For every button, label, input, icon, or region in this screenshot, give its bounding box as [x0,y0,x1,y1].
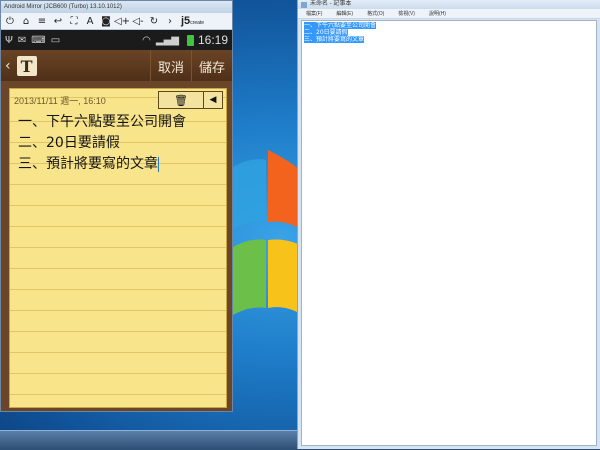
usb-icon: Ψ [5,34,13,46]
wifi-icon: ◠ [142,34,151,46]
memo-line: 一、下午六點要至公司開會 [18,114,186,130]
text-icon[interactable]: A [83,14,97,28]
fullscreen-icon[interactable]: ⛶ [67,14,81,28]
memo-paper[interactable]: 2013/11/11 週一, 16:10 🗑 ◀ 一、下午六點要至公司開會 二、… [9,88,227,408]
windows-logo [228,150,308,320]
volume-up-icon[interactable]: ◁+ [114,14,130,28]
cancel-button[interactable]: 取消 [149,50,191,82]
menu-help[interactable]: 說明(H) [429,10,446,17]
menu-view[interactable]: 檢視(V) [398,10,415,17]
camera-icon[interactable]: ◙ [99,14,113,28]
menu-edit[interactable]: 編輯(E) [336,10,353,17]
triangle-left-icon: ◀ [209,95,217,105]
android-mirror-window: Android Mirror (JCB600 (Turbo) 13.10.101… [0,0,233,412]
notepad-line: 一、下午六點要至公司開會 [304,22,377,29]
notepad-window: 未命名 - 記事本 檔案(F) 編輯(E) 格式(O) 檢視(V) 說明(H) … [297,0,600,449]
memo-date: 2013/11/11 週一, 16:10 [14,96,106,106]
android-window-title: Android Mirror (JCB600 (Turbo) 13.10.101… [1,1,232,13]
text-cursor [158,156,159,172]
notepad-line: 三、預計將要寫的文章 [304,36,365,43]
screen-icon: ▭ [50,34,61,46]
battery-icon [186,34,194,46]
back-icon[interactable]: ↩ [51,14,65,28]
collapse-button[interactable]: ◀ [204,92,222,108]
status-clock: 16:19 [197,33,228,47]
memo-line: 三、預計將要寫的文章 [18,156,159,172]
memo-line: 二、20日要請假 [18,135,120,151]
memo-background: 2013/11/11 週一, 16:10 🗑 ◀ 一、下午六點要至公司開會 二、… [1,81,232,411]
save-button[interactable]: 儲存 [190,50,232,82]
menu-icon[interactable]: ≡ [35,14,49,28]
memo-header: ‹ T 取消 儲存 [1,50,232,83]
delete-button[interactable]: 🗑 [159,92,204,108]
notepad-text-area[interactable]: 一、下午六點要至公司開會 二、20日要請假 三、預計將要寫的文章 [301,20,597,446]
notepad-menubar: 檔案(F) 編輯(E) 格式(O) 檢視(V) 說明(H) [298,9,600,19]
text-format-icon[interactable]: T [16,56,37,76]
forward-icon[interactable]: › [163,14,177,28]
notepad-app-icon [301,2,307,8]
rotate-icon[interactable]: ↻ [147,14,161,28]
notepad-line: 二、20日要請假 [304,29,348,36]
notepad-title: 未命名 - 記事本 [310,1,352,7]
power-icon[interactable]: ⏻ [3,14,17,28]
j5-brand-logo: j5create [181,15,205,27]
home-icon[interactable]: ⌂ [19,14,33,28]
phone-status-bar: Ψ ✉ ⌨ ▭ ◠ ▂▄▆ 16:19 [1,30,232,50]
trash-icon: 🗑 [174,93,188,107]
back-arrow-icon[interactable]: ‹ [5,58,11,74]
mirror-toolbar: ⏻ ⌂ ≡ ↩ ⛶ A ◙ ◁+ ◁- ↻ › j5create [1,13,232,30]
volume-down-icon[interactable]: ◁- [131,14,145,28]
keyboard-icon: ⌨ [31,34,46,46]
menu-file[interactable]: 檔案(F) [306,10,322,17]
memo-tools: 🗑 ◀ [158,91,223,109]
signal-icon: ▂▄▆ [155,34,179,46]
mail-icon: ✉ [17,34,27,46]
menu-format[interactable]: 格式(O) [367,10,384,17]
notepad-titlebar: 未命名 - 記事本 [298,0,600,9]
memo-text-area[interactable]: 一、下午六點要至公司開會 二、20日要請假 三、預計將要寫的文章 [18,112,186,175]
